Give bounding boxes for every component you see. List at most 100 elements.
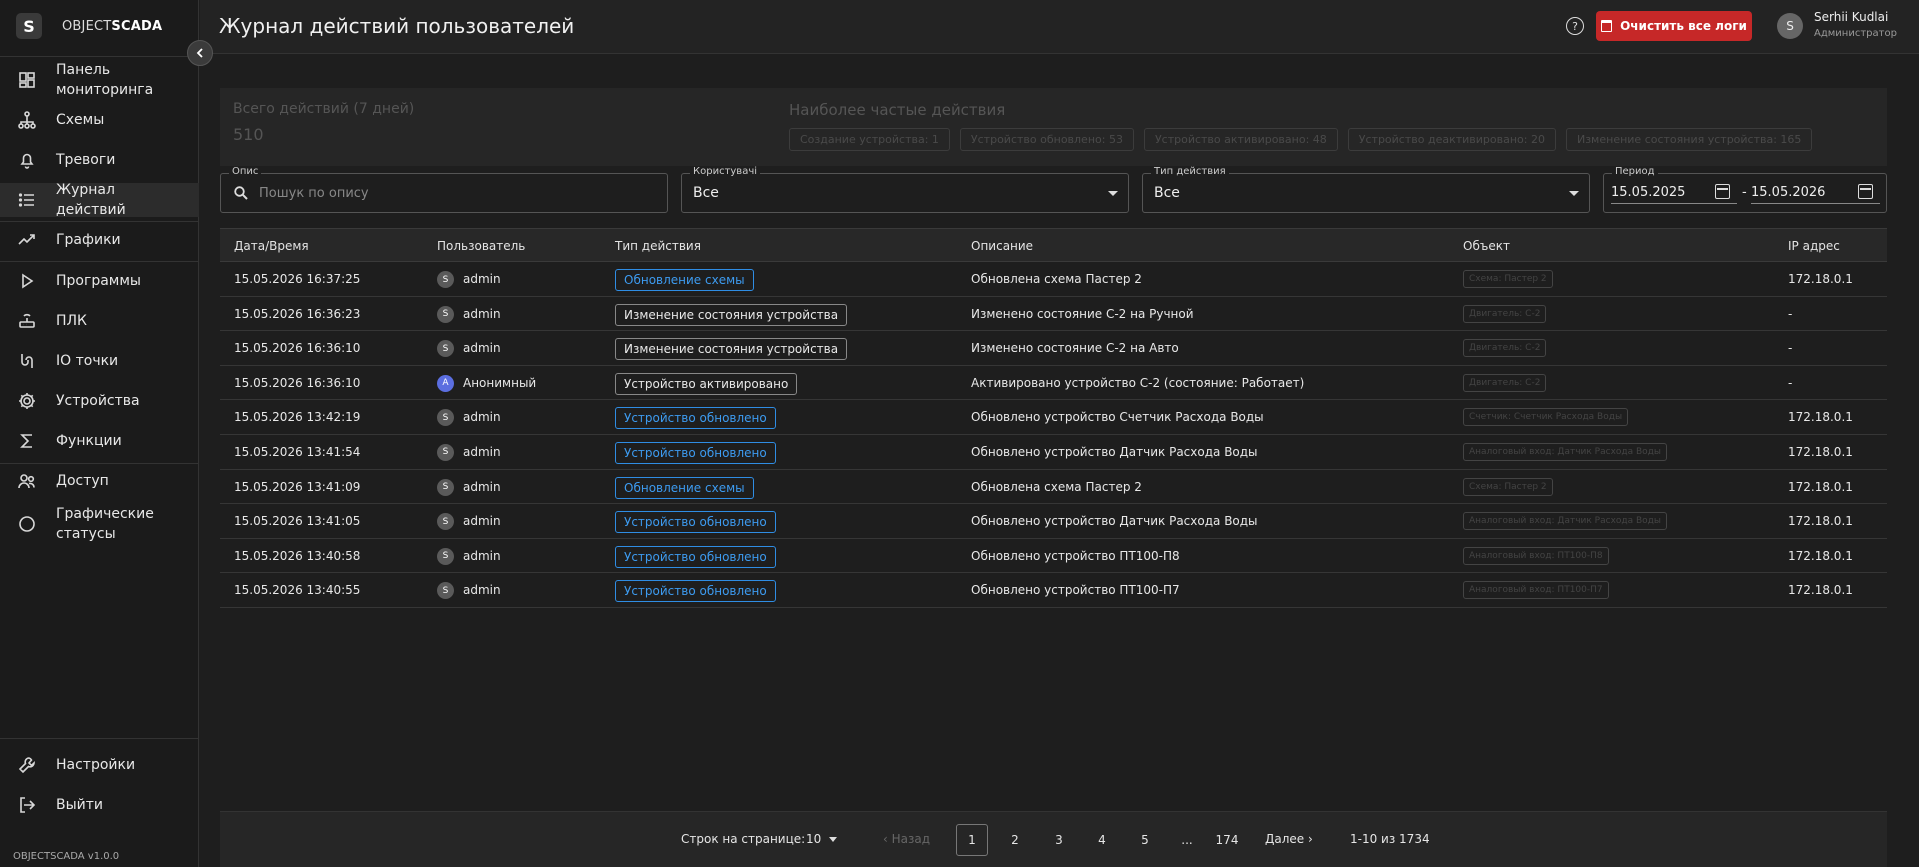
user-avatar: S [437,443,454,461]
table-row[interactable]: 15.05.2026 16:36:10 A Анонимный Устройство … [220,366,1887,401]
nav-divider [0,221,199,222]
help-icon[interactable]: ? [1566,17,1584,35]
page-button[interactable]: 2 [999,824,1031,856]
user-avatar: S [437,340,454,358]
brand-name: OBJECTSCADA [62,19,162,34]
page-button[interactable]: 4 [1086,824,1118,856]
column-header[interactable]: Тип действия [615,239,701,253]
description-filter[interactable]: Опис Пошук по опису [220,166,668,213]
action-type-select[interactable]: Тип действия Все [1142,166,1590,213]
sidebar-item-wrench[interactable]: Настройки [0,748,199,782]
sidebar-item-label: Графические статусы [56,506,154,542]
schema-icon [16,109,38,131]
brand[interactable]: S OBJECTSCADA [0,0,198,52]
sidebar-item-dashboard[interactable]: Панель мониторинга [0,58,199,102]
table-row[interactable]: 15.05.2026 13:42:19 Sadmin Устройство обно… [220,400,1887,435]
sidebar-item-io[interactable]: IO точки [0,344,199,378]
header: Журнал действий пользователей ? Очистить… [200,0,1919,54]
sidebar-item-router[interactable]: ПЛК [0,304,199,338]
sidebar-item-trend[interactable]: Графики [0,223,199,257]
action-type-tag: Обновление схемы [615,476,754,499]
table-row[interactable]: 15.05.2026 13:41:05 Sadmin Устройство обно… [220,504,1887,539]
row-description: Обновлено устройство Датчик Расхода Воды [971,444,1258,459]
caret-down-icon [1108,191,1118,196]
table-header: Дата/Время Пользователь Тип действия Описан… [220,228,1887,262]
column-header[interactable]: Описание [971,239,1033,253]
search-input[interactable]: Пошук по опису [259,186,369,201]
row-ip: 172.18.0.1 [1788,272,1853,286]
user-avatar: S [437,513,454,531]
sidebar-item-users[interactable]: Доступ [0,464,199,498]
column-header[interactable]: Пользователь [437,239,525,253]
column-header[interactable]: IP адрес [1788,239,1840,253]
row-date: 15.05.2026 13:41:54 [234,444,361,459]
row-description: Обновлено устройство Счетчик Расхода Вод… [971,410,1264,425]
table-row[interactable]: 15.05.2026 13:41:54 Sadmin Устройство обно… [220,435,1887,470]
sidebar-item-play[interactable]: Программы [0,264,199,298]
sidebar-item-label: Схемы [56,112,105,128]
avatar[interactable]: S [1777,13,1803,39]
chevron-left-icon [196,48,203,58]
table-row[interactable]: 15.05.2026 13:41:09 Sadmin Обновление схем… [220,470,1887,505]
chevron-left-icon: ‹ [883,832,892,846]
sidebar-item-bell[interactable]: Тревоги [0,143,199,177]
page-button[interactable]: 3 [1043,824,1075,856]
nav-divider [0,738,199,739]
table-row[interactable]: 15.05.2026 16:36:23 Sadmin Изменение состо… [220,297,1887,332]
next-page-button[interactable]: Далее › [1265,832,1313,846]
sidebar-item-sigma[interactable]: Функции [0,424,199,458]
page-button[interactable]: 174 [1211,824,1243,856]
rows-per-page-label: Строк на странице: [681,832,806,846]
chevron-right-icon: › [1304,832,1313,846]
table-row[interactable]: 15.05.2026 13:40:58 Sadmin Устройство обно… [220,539,1887,574]
sidebar-item-list[interactable]: Журнал действий [0,182,199,218]
page-range: 1-10 из 1734 [1350,832,1430,846]
calendar-icon[interactable] [1715,184,1730,199]
table-row[interactable]: 15.05.2026 13:40:55 Sadmin Устройство обно… [220,573,1887,608]
action-type-select-label: Тип действия [1151,166,1229,177]
collapse-sidebar-button[interactable] [187,40,213,66]
row-ip: 172.18.0.1 [1788,514,1853,529]
column-header[interactable]: Дата/Время [234,239,309,253]
row-date: 15.05.2026 16:36:23 [234,306,361,321]
stats-panel: Всего действий (7 дней) 510 Наиболее час… [220,88,1887,166]
object-tag: Аналоговый вход: ПТ100-П7 [1463,581,1609,600]
sidebar-item-logout[interactable]: Выйти [0,788,199,822]
brand-name-light: OBJECT [62,18,112,34]
io-icon [16,350,38,372]
user-avatar: S [437,478,454,496]
frequent-action-chip: Устройство обновлено: 53 [959,128,1134,151]
calendar-icon[interactable] [1858,184,1873,199]
column-header[interactable]: Объект [1463,239,1510,253]
brand-logo: S [16,13,42,39]
clear-logs-label: Очистить все логи [1620,19,1747,33]
table-row[interactable]: 15.05.2026 16:37:25 Sadmin Обновление схем… [220,262,1887,297]
sidebar-item-circle[interactable]: Графические статусы [0,502,199,546]
users-select[interactable]: Користувачі Все [681,166,1129,213]
dashboard-icon [16,69,38,91]
rows-per-page-select[interactable]: 10 [806,832,838,846]
user-role: Администратор [1814,28,1897,39]
sidebar-item-label: Программы [56,273,141,289]
clear-logs-button[interactable]: Очистить все логи [1596,11,1752,41]
page-button[interactable]: 5 [1129,824,1161,856]
page-title: Журнал действий пользователей [219,14,575,38]
object-tag: Аналоговый вход: Датчик Расхода Воды [1463,442,1668,461]
router-icon [16,310,38,332]
row-ip: 172.18.0.1 [1788,410,1853,425]
row-user: admin [463,548,501,563]
sidebar-item-label: Функции [56,433,122,449]
object-tag: Двигатель: С-2 [1463,339,1547,358]
row-description: Обновлена схема Пастер 2 [971,272,1142,286]
prev-page-button[interactable]: ‹ Назад [883,832,930,846]
object-tag: Двигатель: С-2 [1463,304,1547,323]
row-description: Обновлено устройство Датчик Расхода Воды [971,514,1258,529]
table-row[interactable]: 15.05.2026 16:36:10 Sadmin Изменение состо… [220,331,1887,366]
frequent-action-chip: Изменение состояния устройства: 165 [1565,128,1813,151]
user-avatar: A [437,374,454,392]
sidebar-item-label: Журнал действий [56,182,126,218]
page-button[interactable]: 1 [956,824,988,856]
sidebar-item-gear[interactable]: Устройства [0,384,199,418]
sidebar-item-schema[interactable]: Схемы [0,103,199,137]
row-ip: - [1788,306,1793,321]
